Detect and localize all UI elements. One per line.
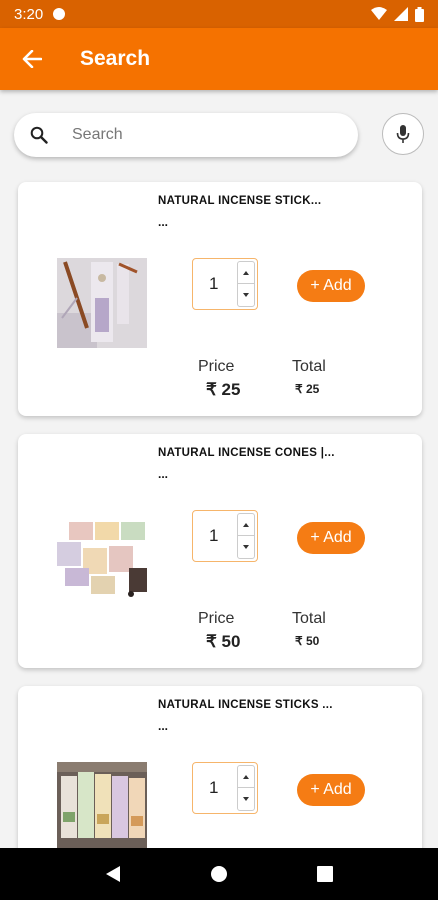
product-image[interactable] — [57, 510, 147, 600]
back-button[interactable] — [0, 28, 64, 90]
quantity-value[interactable]: 1 — [209, 778, 218, 798]
increment-button[interactable] — [238, 262, 254, 284]
product-name: NATURAL INCENSE STICK... — [158, 195, 322, 207]
mic-icon — [396, 125, 410, 143]
quantity-stepper[interactable]: 1 — [192, 762, 258, 814]
page-title: Search — [80, 47, 151, 70]
status-bar: 3:20 — [0, 0, 438, 28]
quantity-value[interactable]: 1 — [209, 526, 218, 546]
caret-down-icon — [243, 797, 249, 801]
stepper-control — [237, 261, 255, 307]
quantity-stepper[interactable]: 1 — [192, 258, 258, 310]
voice-search-button[interactable] — [382, 113, 424, 155]
quantity-value[interactable]: 1 — [209, 274, 218, 294]
total-label: Total — [292, 358, 326, 375]
add-to-cart-button[interactable]: + Add — [297, 270, 365, 302]
increment-button[interactable] — [238, 514, 254, 536]
search-bar[interactable] — [14, 113, 358, 157]
search-icon — [18, 126, 60, 144]
add-to-cart-button[interactable]: + Add — [297, 774, 365, 806]
caret-down-icon — [243, 293, 249, 297]
product-description: ... — [158, 215, 169, 229]
product-description: ... — [158, 719, 169, 733]
caret-down-icon — [243, 545, 249, 549]
caret-up-icon — [243, 774, 249, 779]
signal-icon — [394, 7, 408, 21]
decrement-button[interactable] — [238, 284, 254, 306]
nav-back-icon[interactable] — [105, 865, 121, 883]
total-value: ₹ 25 — [295, 382, 320, 396]
price-value: ₹ 25 — [206, 380, 241, 399]
add-to-cart-button[interactable]: + Add — [297, 522, 365, 554]
product-name: NATURAL INCENSE CONES |... — [158, 447, 335, 459]
total-label: Total — [292, 610, 326, 627]
stepper-control — [237, 513, 255, 559]
nav-home-icon[interactable] — [210, 865, 228, 883]
price-label: Price — [198, 610, 235, 627]
product-card: NATURAL INCENSE CONES |... ... 1 + Add P… — [18, 434, 422, 668]
search-row — [14, 112, 424, 158]
product-card: NATURAL INCENSE STICK... ... 1 + Add Pri… — [18, 182, 422, 416]
battery-icon — [415, 6, 424, 22]
status-icons — [371, 6, 424, 22]
increment-button[interactable] — [238, 766, 254, 788]
decrement-button[interactable] — [238, 536, 254, 558]
product-image[interactable] — [57, 258, 147, 348]
product-description: ... — [158, 467, 169, 481]
total-value: ₹ 50 — [295, 634, 320, 648]
search-input[interactable] — [72, 126, 332, 144]
caret-up-icon — [243, 270, 249, 275]
wifi-icon — [371, 7, 387, 20]
nav-recents-icon[interactable] — [317, 866, 334, 882]
stepper-control — [237, 765, 255, 811]
price-label: Price — [198, 358, 235, 375]
product-image[interactable] — [57, 762, 147, 852]
status-time: 3:20 — [14, 5, 44, 23]
system-nav-bar — [0, 848, 438, 900]
price-value: ₹ 50 — [206, 632, 241, 651]
arrow-left-icon — [22, 50, 42, 68]
app-bar: Search — [0, 28, 438, 90]
notification-dot-icon — [53, 8, 66, 20]
decrement-button[interactable] — [238, 788, 254, 810]
quantity-stepper[interactable]: 1 — [192, 510, 258, 562]
product-name: NATURAL INCENSE STICKS ... — [158, 699, 333, 711]
caret-up-icon — [243, 522, 249, 527]
